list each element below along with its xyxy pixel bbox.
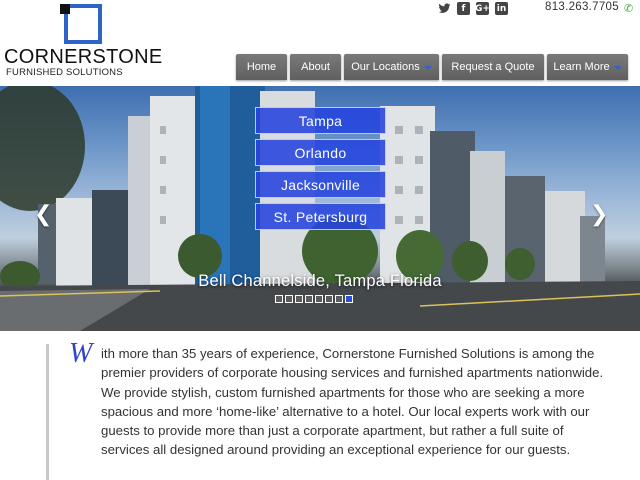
linkedin-icon[interactable]: in (495, 2, 508, 15)
hero-slider: Tampa Orlando Jacksonville St. Petersbur… (0, 86, 640, 331)
main-nav: Home About Our Locations Request a Quote… (236, 54, 628, 80)
location-orlando-button[interactable]: Orlando (255, 139, 386, 166)
nav-about-label: About (301, 61, 330, 73)
slide-dot[interactable] (335, 295, 343, 303)
nav-home[interactable]: Home (236, 54, 287, 80)
chevron-down-icon (613, 66, 622, 70)
logo[interactable]: CORNERSTONE FURNISHED SOLUTIONS (4, 4, 163, 78)
logo-mark-icon (56, 4, 102, 46)
nav-our-locations-label: Our Locations (351, 61, 420, 73)
nav-about[interactable]: About (290, 54, 341, 80)
slide-caption: Bell Channelside, Tampa Florida (198, 272, 442, 290)
dropcap: W (69, 338, 93, 369)
chevron-right-icon[interactable]: ❯ (590, 202, 608, 227)
social-links: f G+ in (438, 2, 508, 15)
logo-tagline: FURNISHED SOLUTIONS (6, 67, 123, 78)
twitter-icon[interactable] (438, 2, 451, 15)
nav-request-quote-label: Request a Quote (451, 61, 535, 73)
nav-our-locations[interactable]: Our Locations (344, 54, 439, 80)
nav-learn-more-label: Learn More (553, 61, 610, 73)
slide-dot[interactable] (275, 295, 283, 303)
logo-name: CORNERSTONE (4, 46, 163, 68)
slide-dot[interactable] (325, 295, 333, 303)
nav-request-quote[interactable]: Request a Quote (442, 54, 544, 80)
chevron-down-icon (423, 66, 432, 70)
google-plus-icon[interactable]: G+ (475, 2, 490, 15)
facebook-icon[interactable]: f (457, 2, 470, 15)
phone-icon: ✆ (624, 2, 634, 15)
nav-learn-more[interactable]: Learn More (547, 54, 628, 80)
locations-menu: Tampa Orlando Jacksonville St. Petersbur… (255, 107, 386, 235)
intro-section: W ith more than 35 years of experience, … (46, 338, 606, 480)
slide-dot[interactable] (345, 295, 353, 303)
location-st-petersburg-button[interactable]: St. Petersburg (255, 203, 386, 230)
chevron-left-icon[interactable]: ❮ (34, 202, 52, 227)
location-jacksonville-button[interactable]: Jacksonville (255, 171, 386, 198)
slide-dot[interactable] (305, 295, 313, 303)
slide-dot[interactable] (315, 295, 323, 303)
slide-dot[interactable] (295, 295, 303, 303)
intro-text: ith more than 35 years of experience, Co… (101, 346, 604, 458)
phone-number[interactable]: 813.263.7705 (545, 1, 619, 13)
site-header: CORNERSTONE FURNISHED SOLUTIONS f G+ in … (0, 0, 640, 86)
location-tampa-button[interactable]: Tampa (255, 107, 386, 134)
nav-home-label: Home (246, 61, 277, 73)
slide-dot[interactable] (285, 295, 293, 303)
slide-dots (275, 295, 353, 303)
